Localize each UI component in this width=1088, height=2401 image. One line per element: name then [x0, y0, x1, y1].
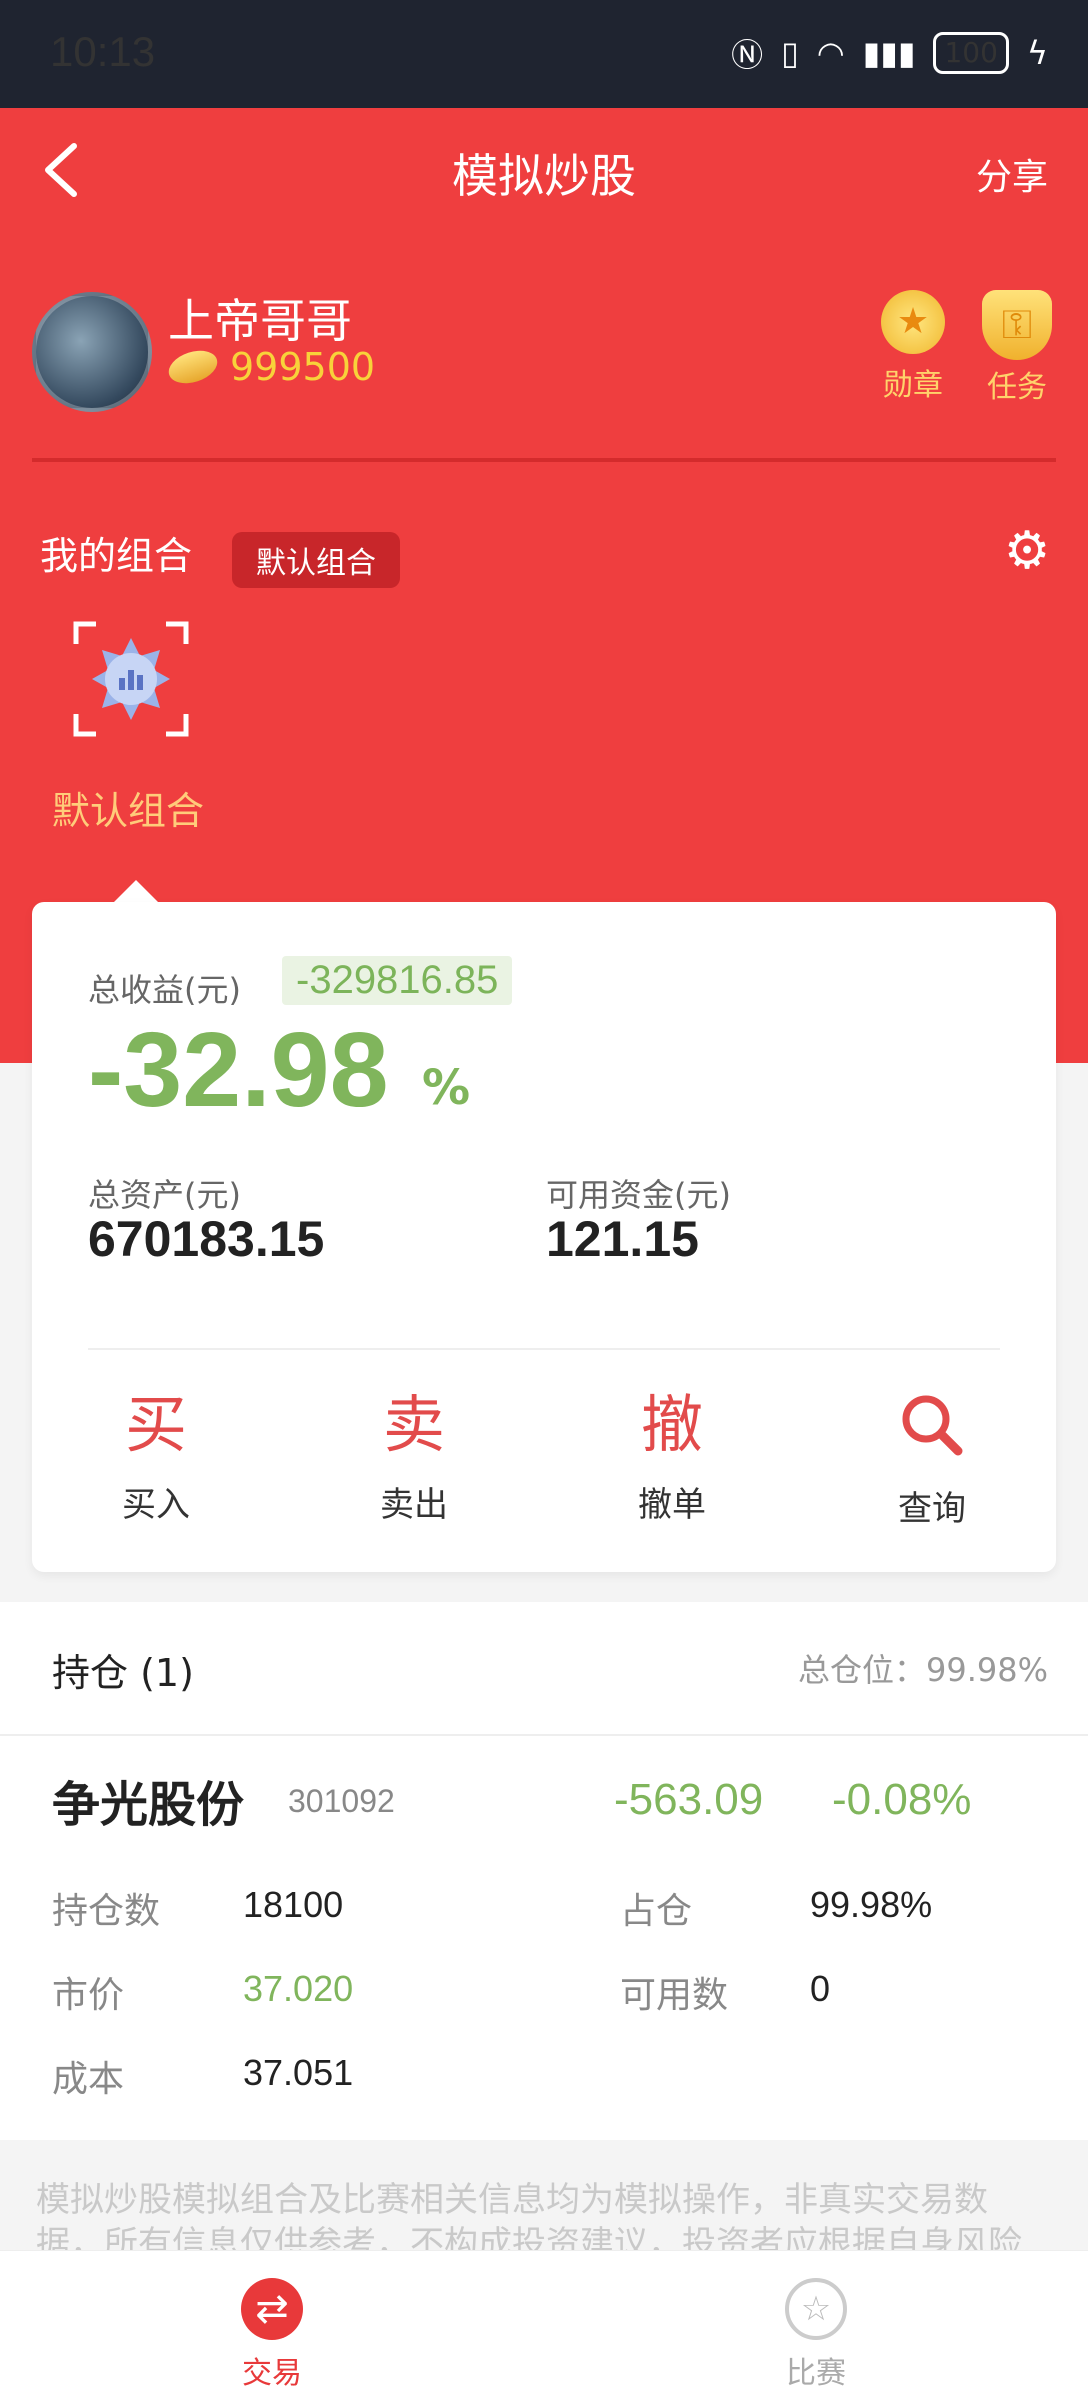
task-label: 任务: [987, 370, 1047, 405]
percent-sign: %: [422, 1060, 471, 1116]
share-button[interactable]: 分享: [976, 148, 1048, 200]
status-time: 10:13: [50, 28, 156, 75]
weight-label: 占仓: [620, 1891, 693, 1932]
bottom-tabbar: [0, 2250, 1088, 2401]
stock-change: -563.09: [614, 1775, 764, 1824]
query-label: 查询: [898, 1489, 966, 1529]
holdings-title: 持仓 (1): [52, 1651, 194, 1695]
portfolio-name[interactable]: 默认组合: [52, 780, 204, 835]
card-pointer: [114, 880, 158, 902]
tab-contest-label: 比赛: [786, 2356, 846, 2391]
user-name: 上帝哥哥: [168, 294, 352, 348]
price-label: 市价: [52, 1975, 125, 2016]
shield-icon: ⚿: [982, 290, 1052, 360]
vibrate-icon: ▯: [781, 34, 799, 72]
total-profit-value: -329816.85: [282, 956, 513, 1005]
charging-icon: ϟ: [1026, 34, 1048, 72]
qty-label: 持仓数: [52, 1891, 161, 1932]
weight-value: 99.98%: [810, 1884, 933, 1925]
available-qty-value: 0: [810, 1968, 831, 2009]
card-divider: [88, 1348, 1000, 1350]
stock-name: 争光股份: [52, 1777, 245, 1833]
stock-code: 301092: [288, 1783, 395, 1819]
medal-icon: ☆: [785, 2278, 847, 2340]
sell-label: 卖出: [380, 1485, 448, 1525]
cancel-order-icon: 撤: [640, 1388, 703, 1461]
coin-value: 999500: [230, 345, 376, 389]
total-assets-value: 670183.15: [88, 1211, 325, 1267]
price-value: 37.020: [243, 1968, 354, 2009]
query-button[interactable]: 查询: [842, 1385, 1022, 1530]
tab-trade-label: 交易: [242, 2356, 302, 2391]
cost-value: 37.051: [243, 2052, 354, 2093]
header-divider: [32, 458, 1056, 462]
my-portfolio-label: 我的组合: [40, 534, 193, 578]
sell-icon: 卖: [382, 1388, 445, 1461]
tab-contest[interactable]: ☆ 比赛: [716, 2278, 916, 2392]
available-qty-label: 可用数: [620, 1975, 729, 2016]
portfolio-tag: 默认组合: [232, 532, 400, 588]
cancel-order-label: 撤单: [638, 1485, 706, 1525]
available-cash-value: 121.15: [546, 1211, 699, 1267]
buy-icon: 买: [124, 1388, 187, 1461]
medal-icon: ★: [881, 290, 945, 354]
tab-trade[interactable]: ⇄ 交易: [172, 2278, 372, 2392]
nfc-icon: Ⓝ: [731, 36, 764, 74]
profit-percent: -32.98: [88, 1011, 389, 1129]
stock-change-pct: -0.08%: [832, 1775, 972, 1824]
status-icons: Ⓝ ▯ ◠ ▮▮▮ 100 ϟ: [731, 30, 1048, 76]
qty-value: 18100: [243, 1884, 344, 1925]
battery-icon: 100: [933, 32, 1009, 74]
total-profit-label: 总收益(元): [88, 971, 241, 1009]
avatar[interactable]: [32, 292, 152, 412]
coin-balance: 999500: [164, 345, 376, 389]
buy-label: 买入: [122, 1485, 190, 1525]
medal-label: 勋章: [883, 368, 943, 403]
disclaimer-text: 模拟炒股模拟组合及比赛相关信息均为模拟操作，非真实交易数据，所有信息仅供参考，不…: [36, 2180, 1022, 2250]
task-button[interactable]: ⚿ 任务: [972, 290, 1062, 406]
buy-button[interactable]: 买 买入: [66, 1385, 246, 1526]
cost-label: 成本: [52, 2059, 125, 2100]
gear-icon[interactable]: ⚙: [998, 522, 1056, 580]
search-icon: [902, 1395, 963, 1456]
total-position: 总仓位：99.98%: [797, 1651, 1048, 1689]
cancel-order-button[interactable]: 撤 撤单: [582, 1385, 762, 1526]
wifi-icon: ◠: [816, 34, 845, 72]
portfolio-icon[interactable]: [72, 620, 190, 738]
sell-button[interactable]: 卖 卖出: [324, 1385, 504, 1526]
medal-button[interactable]: ★ 勋章: [868, 290, 958, 404]
exchange-icon: ⇄: [241, 2278, 303, 2340]
signal-icon: ▮▮▮: [862, 34, 916, 72]
coin-icon: [164, 345, 222, 389]
page-title: 模拟炒股: [452, 149, 636, 203]
